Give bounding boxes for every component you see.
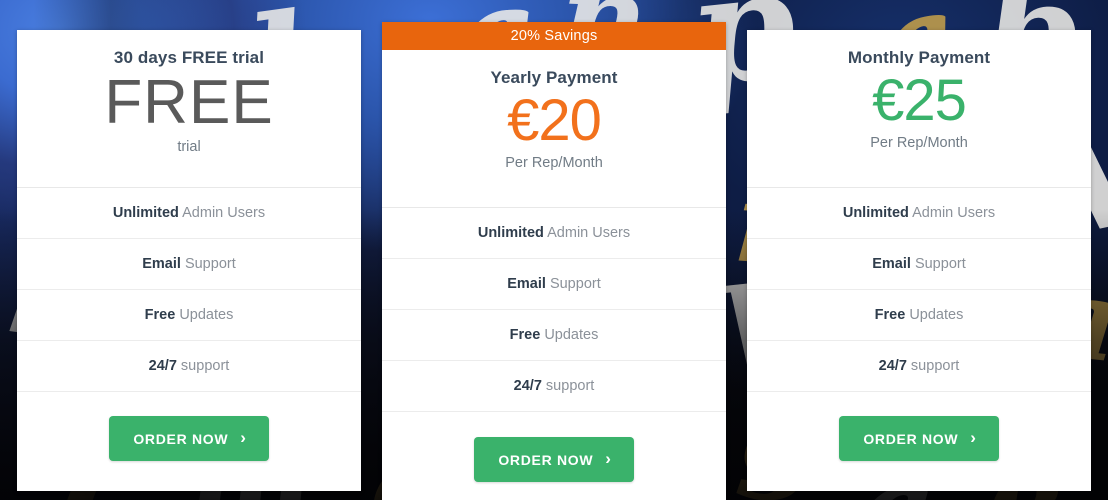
card-header: Yearly Payment €20 Per Rep/Month — [382, 50, 726, 208]
chevron-right-icon: › — [605, 449, 612, 468]
card-header: 30 days FREE trial FREE trial — [17, 30, 361, 188]
feature-label: Updates — [540, 327, 599, 343]
feature-highlight: Unlimited — [842, 205, 909, 221]
feature-row: Email Support — [747, 239, 1091, 290]
plan-title: Monthly Payment — [847, 48, 991, 67]
feature-highlight: 24/7 — [878, 358, 907, 374]
plan-title: 30 days FREE trial — [113, 48, 265, 67]
order-now-button[interactable]: ORDER NOW › — [474, 437, 634, 482]
feature-label: support — [906, 358, 960, 374]
plan-price: €25 — [872, 68, 967, 133]
cta-container: ORDER NOW › — [747, 392, 1091, 491]
feature-highlight: 24/7 — [148, 358, 177, 374]
order-now-label: ORDER NOW — [863, 430, 959, 447]
chevron-right-icon: › — [970, 428, 977, 447]
savings-ribbon: 20% Savings — [382, 22, 726, 50]
pricing-card: Monthly Payment €25 Per Rep/Month Unlimited… — [747, 30, 1091, 491]
feature-label: support — [541, 378, 595, 394]
plan-price: €20 — [507, 88, 602, 153]
feature-highlight: Email — [872, 256, 911, 272]
feature-row: Free Updates — [747, 290, 1091, 341]
order-now-button[interactable]: ORDER NOW › — [109, 416, 269, 461]
card-header: Monthly Payment €25 Per Rep/Month — [747, 30, 1091, 188]
feature-row: 24/7 support — [382, 361, 726, 412]
plan-price-period: Per Rep/Month — [505, 154, 603, 171]
feature-highlight: Email — [142, 256, 181, 272]
pricing-card: 20% Savings Yearly Payment €20 Per Rep/Mont… — [382, 22, 726, 500]
plan-price-period: trial — [177, 138, 201, 155]
feature-highlight: Free — [144, 307, 176, 323]
pricing-page: hanpabManWgLlfmgsaen 30 days FREE trialF… — [0, 0, 1108, 500]
order-now-label: ORDER NOW — [133, 430, 229, 447]
feature-label: Support — [545, 276, 601, 292]
feature-label: Admin Users — [543, 225, 631, 241]
cta-container: ORDER NOW › — [17, 392, 361, 491]
feature-label: Support — [180, 256, 236, 272]
cta-container: ORDER NOW › — [382, 412, 726, 500]
feature-row: Unlimited Admin Users — [17, 188, 361, 239]
feature-row: Unlimited Admin Users — [747, 188, 1091, 239]
feature-label: Admin Users — [908, 205, 996, 221]
plan-title: Yearly Payment — [490, 68, 618, 87]
feature-highlight: Free — [874, 307, 906, 323]
feature-highlight: Email — [507, 276, 546, 292]
feature-row: Free Updates — [382, 310, 726, 361]
chevron-right-icon: › — [240, 428, 247, 447]
feature-highlight: Unlimited — [112, 205, 179, 221]
feature-row: Email Support — [382, 259, 726, 310]
feature-label: Support — [910, 256, 966, 272]
feature-highlight: 24/7 — [513, 378, 542, 394]
order-now-button[interactable]: ORDER NOW › — [839, 416, 999, 461]
feature-label: Admin Users — [178, 205, 266, 221]
pricing-table: 30 days FREE trial FREE trial Unlimited Adm… — [0, 0, 1108, 500]
feature-label: Updates — [905, 307, 964, 323]
feature-label: support — [176, 358, 230, 374]
plan-price-period: Per Rep/Month — [870, 134, 968, 151]
feature-highlight: Free — [509, 327, 541, 343]
feature-row: 24/7 support — [17, 341, 361, 392]
feature-highlight: Unlimited — [477, 225, 544, 241]
pricing-card: 30 days FREE trial FREE trial Unlimited Adm… — [17, 30, 361, 491]
plan-price: FREE — [104, 68, 274, 137]
order-now-label: ORDER NOW — [498, 451, 594, 468]
feature-row: 24/7 support — [747, 341, 1091, 392]
feature-label: Updates — [175, 307, 234, 323]
feature-row: Free Updates — [17, 290, 361, 341]
feature-row: Email Support — [17, 239, 361, 290]
feature-row: Unlimited Admin Users — [382, 208, 726, 259]
